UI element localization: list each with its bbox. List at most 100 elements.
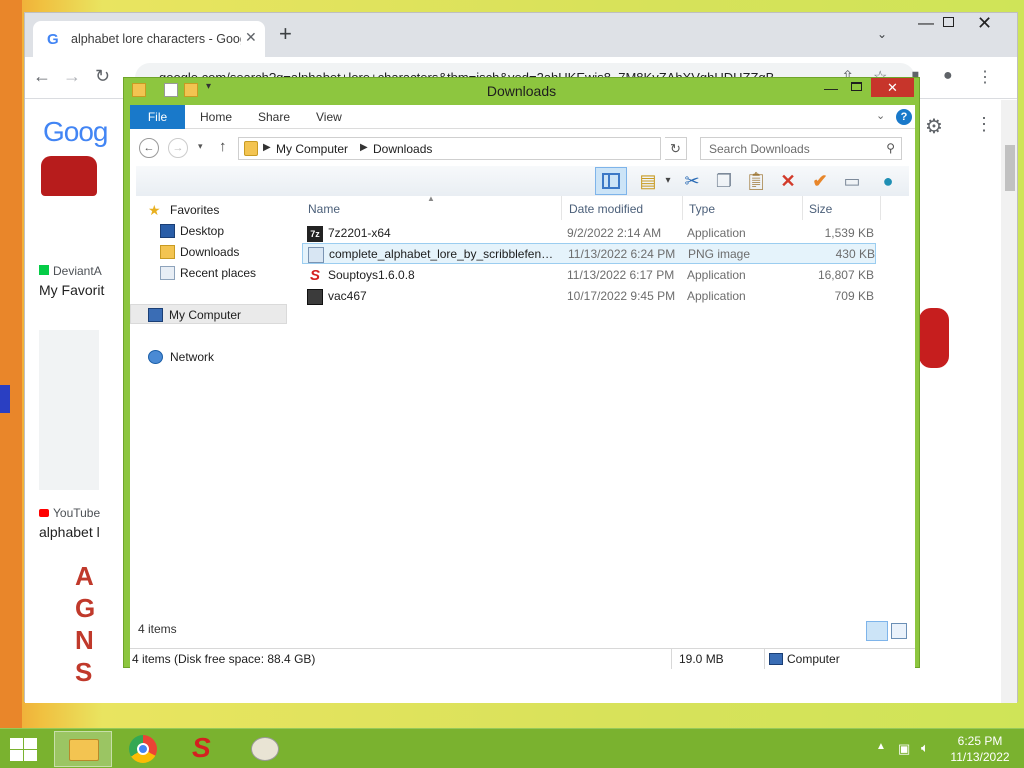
explorer-title-bar[interactable]: ▾ Downloads — ✕ — [124, 78, 919, 104]
start-button[interactable] — [8, 737, 38, 761]
breadcrumb-my-computer[interactable]: My Computer — [276, 142, 348, 156]
column-divider[interactable] — [802, 196, 803, 220]
properties-dropdown-icon[interactable]: ▾ — [656, 169, 680, 193]
page-scrollbar[interactable] — [1001, 100, 1017, 703]
search-input[interactable] — [701, 138, 879, 159]
paste-icon[interactable]: 📋︎ — [744, 169, 768, 193]
tab-file[interactable]: File — [130, 105, 185, 129]
network-tray-icon[interactable]: ▣ — [898, 741, 910, 757]
file-date: 11/13/2022 6:24 PM — [568, 247, 676, 261]
ribbon-expand-icon[interactable]: ⌄ — [876, 109, 885, 122]
back-arrow-icon[interactable]: ← — [33, 66, 51, 87]
chrome-minimize-button[interactable]: — — [918, 15, 934, 33]
file-row[interactable]: S Souptoys1.6.0.8 11/13/2022 6:17 PM App… — [302, 265, 876, 286]
column-divider[interactable] — [880, 196, 881, 220]
tray-overflow-icon[interactable]: ▲ — [876, 741, 886, 752]
recent-locations-chevron-icon[interactable]: ▾ — [198, 141, 203, 152]
file-name: complete_alphabet_lore_by_scribblefend..… — [329, 247, 555, 261]
volume-icon[interactable]: 🔈︎ — [921, 740, 929, 756]
tab-view[interactable]: View — [316, 110, 342, 124]
breadcrumb-separator-icon[interactable]: ▶ — [263, 142, 271, 153]
large-icons-view-button[interactable] — [891, 623, 907, 639]
menu-kebab-icon[interactable]: ⋮ — [977, 67, 993, 87]
file-row[interactable]: 7z 7z2201-x64 9/2/2022 2:14 AM Applicati… — [302, 223, 876, 244]
result-thumbnail-alphabet[interactable]: A G N S — [75, 560, 95, 688]
chrome-close-button[interactable]: ✕ — [977, 13, 992, 34]
cut-icon[interactable]: ✂ — [680, 169, 704, 193]
result-title[interactable]: alphabet l — [39, 524, 100, 540]
column-name[interactable]: Name — [308, 202, 340, 216]
preview-pane-button[interactable] — [595, 167, 627, 195]
page-scrollbar-thumb[interactable] — [1005, 145, 1015, 191]
nav-recent-places[interactable]: Recent places — [130, 263, 287, 283]
result-thumbnail-character[interactable] — [919, 308, 949, 368]
globe-icon[interactable]: ● — [876, 169, 900, 193]
clock-date[interactable]: 11/13/2022 — [948, 750, 1012, 764]
breadcrumb[interactable]: ▶ My Computer ▶ Downloads ⌄ — [238, 137, 761, 160]
clock-time[interactable]: 6:25 PM — [952, 734, 1008, 748]
tab-share[interactable]: Share — [258, 110, 290, 124]
search-box[interactable]: ⚲ — [700, 137, 902, 160]
column-divider[interactable] — [561, 196, 562, 220]
file-row-selected[interactable]: complete_alphabet_lore_by_scribblefend..… — [302, 243, 876, 264]
rename-icon[interactable]: ▭ — [840, 169, 864, 193]
tab-close-icon[interactable]: ✕ — [245, 29, 257, 46]
nav-my-computer[interactable]: My Computer — [130, 304, 287, 324]
chrome-maximize-button[interactable] — [943, 17, 954, 27]
computer-icon — [769, 653, 783, 665]
google-logo[interactable]: Goog — [43, 116, 108, 148]
nav-network[interactable]: Network — [130, 347, 287, 367]
png-image-icon — [308, 247, 324, 263]
explorer-close-button[interactable]: ✕ — [871, 78, 914, 97]
refresh-icon[interactable]: ↻ — [665, 137, 687, 160]
column-divider[interactable] — [682, 196, 683, 220]
result-source[interactable]: DeviantA — [39, 264, 102, 278]
help-icon[interactable]: ? — [896, 109, 912, 125]
file-row[interactable]: vac467 10/17/2022 9:45 PM Application 70… — [302, 286, 876, 307]
taskbar: S ▲ ▣ 🔈︎ 6:25 PM 11/13/2022 — [0, 728, 1024, 768]
address-row: ← → ▾ ↑ ▶ My Computer ▶ Downloads ⌄ ↻ ⚲ — [130, 134, 915, 162]
up-arrow-icon[interactable]: ↑ — [219, 138, 227, 155]
tab-home[interactable]: Home — [200, 110, 232, 124]
copy-icon[interactable]: ❐ — [712, 169, 736, 193]
breadcrumb-downloads[interactable]: Downloads — [373, 142, 432, 156]
details-view-button[interactable] — [866, 621, 888, 641]
result-thumbnail-letter-m[interactable] — [41, 156, 97, 196]
google-g-icon: G — [47, 31, 59, 48]
profile-avatar-icon[interactable]: ● — [943, 67, 953, 85]
explorer-window[interactable]: ▾ Downloads — ✕ File Home Share View ⌄ ?… — [123, 77, 920, 669]
forward-arrow-icon[interactable]: → — [168, 138, 188, 158]
nav-downloads[interactable]: Downloads — [130, 242, 287, 262]
delete-icon[interactable]: ✕ — [776, 169, 800, 193]
explorer-maximize-button[interactable] — [851, 82, 862, 91]
nav-desktop[interactable]: Desktop — [130, 221, 287, 241]
breadcrumb-separator-icon[interactable]: ▶ — [360, 142, 368, 153]
paint-palette-icon — [251, 737, 279, 761]
result-source[interactable]: YouTube — [39, 506, 100, 520]
column-type[interactable]: Type — [689, 202, 715, 216]
result-thumbnail[interactable] — [39, 330, 99, 490]
computer-icon — [148, 308, 163, 322]
file-name: Souptoys1.6.0.8 — [328, 268, 415, 282]
tab-search-chevron-icon[interactable]: ⌄ — [877, 27, 887, 41]
chrome-tab[interactable]: G alphabet lore characters - Google ✕ — [33, 21, 265, 57]
taskbar-chrome[interactable] — [114, 731, 172, 767]
column-size[interactable]: Size — [809, 202, 832, 216]
forward-arrow-icon[interactable]: → — [63, 66, 81, 87]
column-date-modified[interactable]: Date modified — [569, 202, 643, 216]
apps-grid-icon[interactable]: ⋮ — [975, 114, 993, 135]
back-arrow-icon[interactable]: ← — [139, 138, 159, 158]
file-size: 16,807 KB — [817, 268, 874, 282]
taskbar-paint[interactable] — [236, 731, 294, 767]
ribbon-tabs: File Home Share View ⌄ ? — [130, 105, 915, 129]
taskbar-file-explorer[interactable] — [54, 731, 112, 767]
checkmark-icon[interactable]: ✔ — [808, 169, 832, 193]
reload-icon[interactable]: ↻ — [95, 66, 110, 87]
settings-gear-icon[interactable]: ⚙ — [925, 114, 943, 139]
new-tab-button[interactable]: + — [279, 23, 292, 45]
result-title[interactable]: My Favorit — [39, 282, 104, 298]
nav-favorites[interactable]: ★ Favorites — [130, 200, 287, 220]
explorer-minimize-button[interactable]: — — [824, 80, 838, 96]
search-icon[interactable]: ⚲ — [886, 141, 895, 155]
taskbar-souptoys[interactable]: S — [176, 731, 234, 767]
